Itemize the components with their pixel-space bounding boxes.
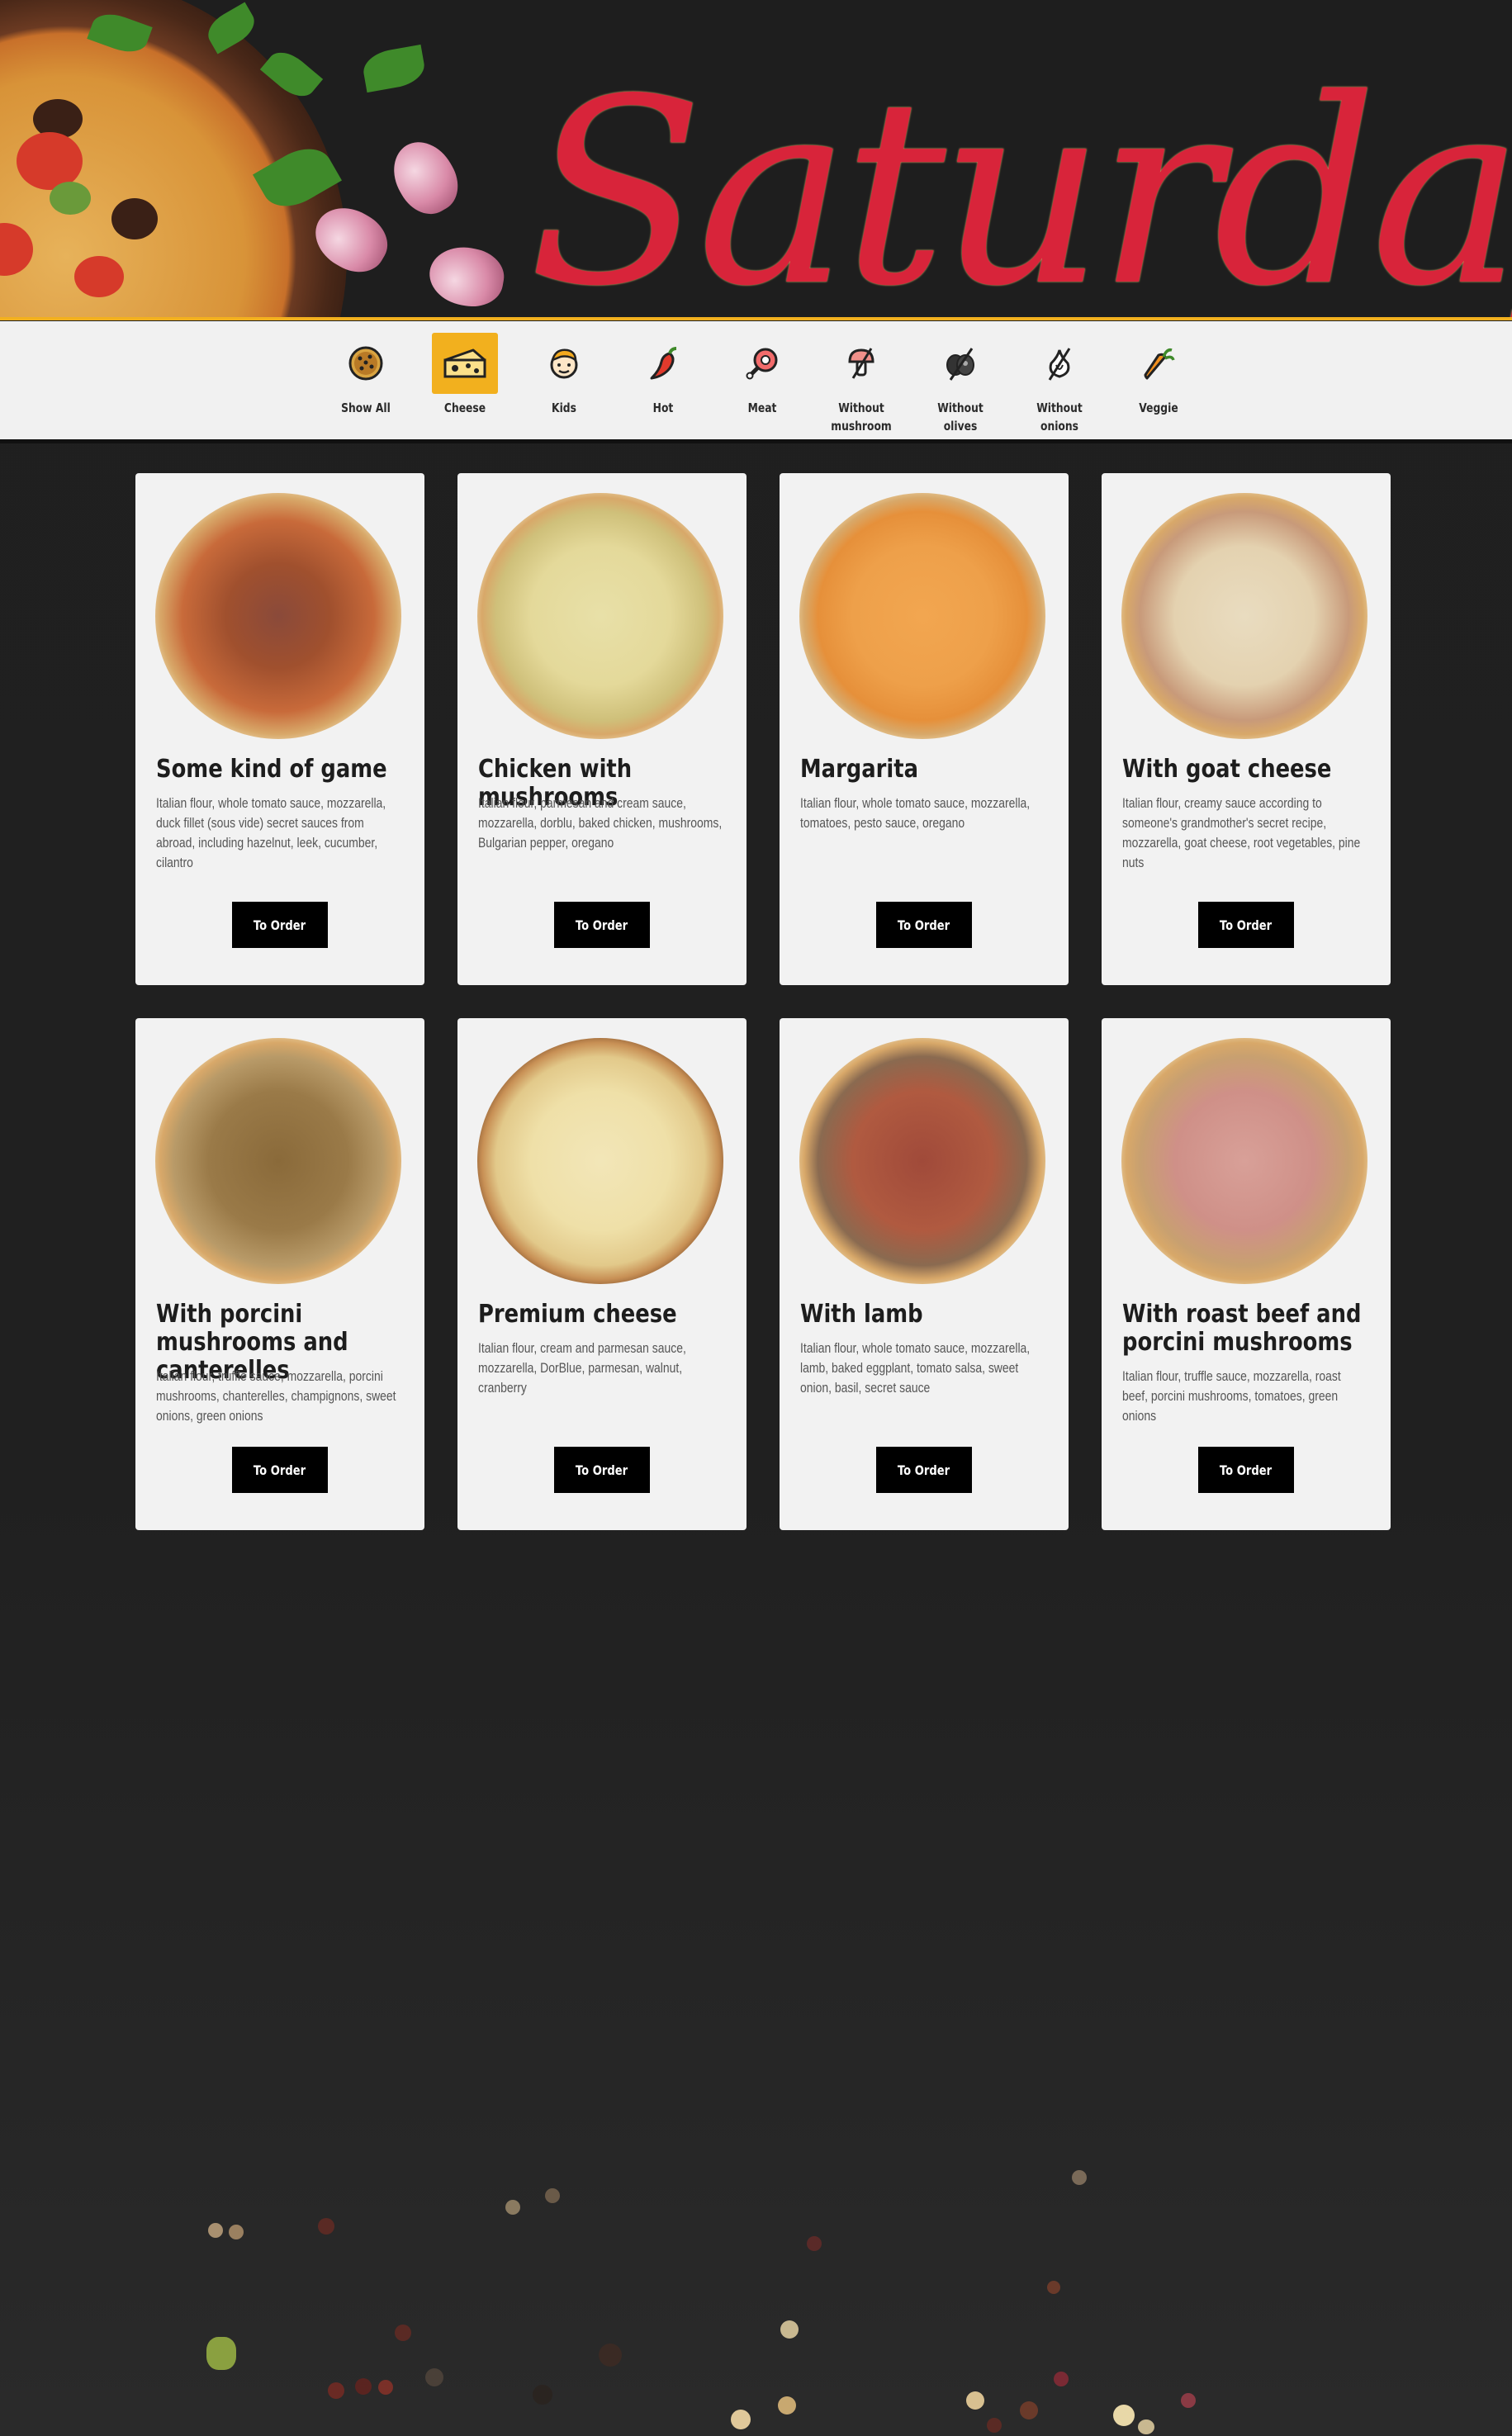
order-button[interactable]: To Order xyxy=(554,1447,650,1493)
pizza-image xyxy=(155,1038,401,1284)
filter-label: Kids xyxy=(552,400,576,415)
product-card: Premium cheese Italian flour, cream and … xyxy=(457,1018,747,1530)
order-button[interactable]: To Order xyxy=(1198,902,1294,948)
product-title: With roast beef and porcini mushrooms xyxy=(1122,1300,1362,1357)
order-button[interactable]: To Order xyxy=(876,1447,972,1493)
product-description: Italian flour, whole tomato sauce, mozza… xyxy=(800,795,1031,831)
filter-label: Without mushroom xyxy=(831,400,892,434)
filter-label: Hot xyxy=(652,400,674,415)
mushroom-crossed-icon xyxy=(828,333,894,394)
pizza-image xyxy=(799,1038,1045,1284)
product-card: With porcini mushrooms and canterelles I… xyxy=(135,1018,424,1530)
order-button[interactable]: To Order xyxy=(232,1447,328,1493)
order-button[interactable]: To Order xyxy=(554,902,650,948)
hero-divider xyxy=(0,317,1512,320)
carrot-icon xyxy=(1126,333,1192,394)
pizza-image xyxy=(1121,1038,1367,1284)
pizza-icon xyxy=(333,333,399,394)
filter-hot[interactable]: Hot xyxy=(618,333,709,417)
product-card: Margarita Italian flour, whole tomato sa… xyxy=(780,473,1069,985)
kid-face-icon xyxy=(531,333,597,394)
filter-label: Veggie xyxy=(1139,400,1178,415)
filter-label: Show All xyxy=(341,400,391,415)
pizza-image xyxy=(1121,493,1367,739)
onion-crossed-icon xyxy=(1026,333,1093,394)
product-description: Italian flour, truffle sauce, mozzarella… xyxy=(156,1368,396,1424)
filter-without-onions[interactable]: Without onions xyxy=(1014,333,1105,435)
product-description: Italian flour, creamy sauce according to… xyxy=(1122,795,1361,870)
pizza-image xyxy=(477,1038,723,1284)
product-card: With goat cheese Italian flour, creamy s… xyxy=(1102,473,1391,985)
pizza-image xyxy=(477,493,723,739)
product-title: Some kind of game xyxy=(156,755,387,784)
product-description: Italian flour, cream and parmesan sauce,… xyxy=(478,1340,686,1396)
order-button[interactable]: To Order xyxy=(1198,1447,1294,1493)
product-title: With goat cheese xyxy=(1122,755,1332,784)
filter-show-all[interactable]: Show All xyxy=(320,333,411,417)
filter-label: Without olives xyxy=(937,400,984,434)
pizza-image xyxy=(799,493,1045,739)
filter-label: Without onions xyxy=(1036,400,1083,434)
garlic-clove xyxy=(424,241,509,312)
order-button[interactable]: To Order xyxy=(232,902,328,948)
product-description: Italian flour, whole tomato sauce, mozza… xyxy=(156,795,386,870)
filter-meat[interactable]: Meat xyxy=(717,333,808,417)
cheese-icon xyxy=(432,333,498,394)
product-description: Italian flour, parmesan and cream sauce,… xyxy=(478,795,723,851)
product-card: With lamb Italian flour, whole tomato sa… xyxy=(780,1018,1069,1530)
filter-cheese[interactable]: Cheese xyxy=(419,333,510,417)
hero-banner: Saturdays xyxy=(0,0,1512,320)
product-title: Premium cheese xyxy=(478,1300,677,1329)
filter-label: Meat xyxy=(747,400,777,415)
filter-veggie[interactable]: Veggie xyxy=(1113,333,1204,417)
pizza-image xyxy=(155,493,401,739)
product-title: With lamb xyxy=(800,1300,923,1329)
chili-pepper-icon xyxy=(630,333,696,394)
ham-leg-icon xyxy=(729,333,795,394)
olive-crossed-icon xyxy=(927,333,993,394)
basil-leaf xyxy=(360,44,428,93)
product-description: Italian flour, whole tomato sauce, mozza… xyxy=(800,1340,1031,1396)
product-card: With roast beef and porcini mushrooms It… xyxy=(1102,1018,1391,1530)
hero-title: Saturdays xyxy=(528,45,1512,321)
filter-kids[interactable]: Kids xyxy=(519,333,609,417)
garlic-clove xyxy=(382,130,469,225)
product-card: Chicken with mushrooms Italian flour, pa… xyxy=(457,473,747,985)
filter-without-mushroom[interactable]: Without mushroom xyxy=(816,333,907,435)
category-filter-bar: Show All Cheese Kids Hot Meat Without mu… xyxy=(0,321,1512,443)
order-button[interactable]: To Order xyxy=(876,902,972,948)
product-card: Some kind of game Italian flour, whole t… xyxy=(135,473,424,985)
filter-label: Cheese xyxy=(443,400,486,415)
product-description: Italian flour, truffle sauce, mozzarella… xyxy=(1122,1368,1341,1424)
product-title: Margarita xyxy=(800,755,919,784)
filter-without-olives[interactable]: Without olives xyxy=(915,333,1006,435)
